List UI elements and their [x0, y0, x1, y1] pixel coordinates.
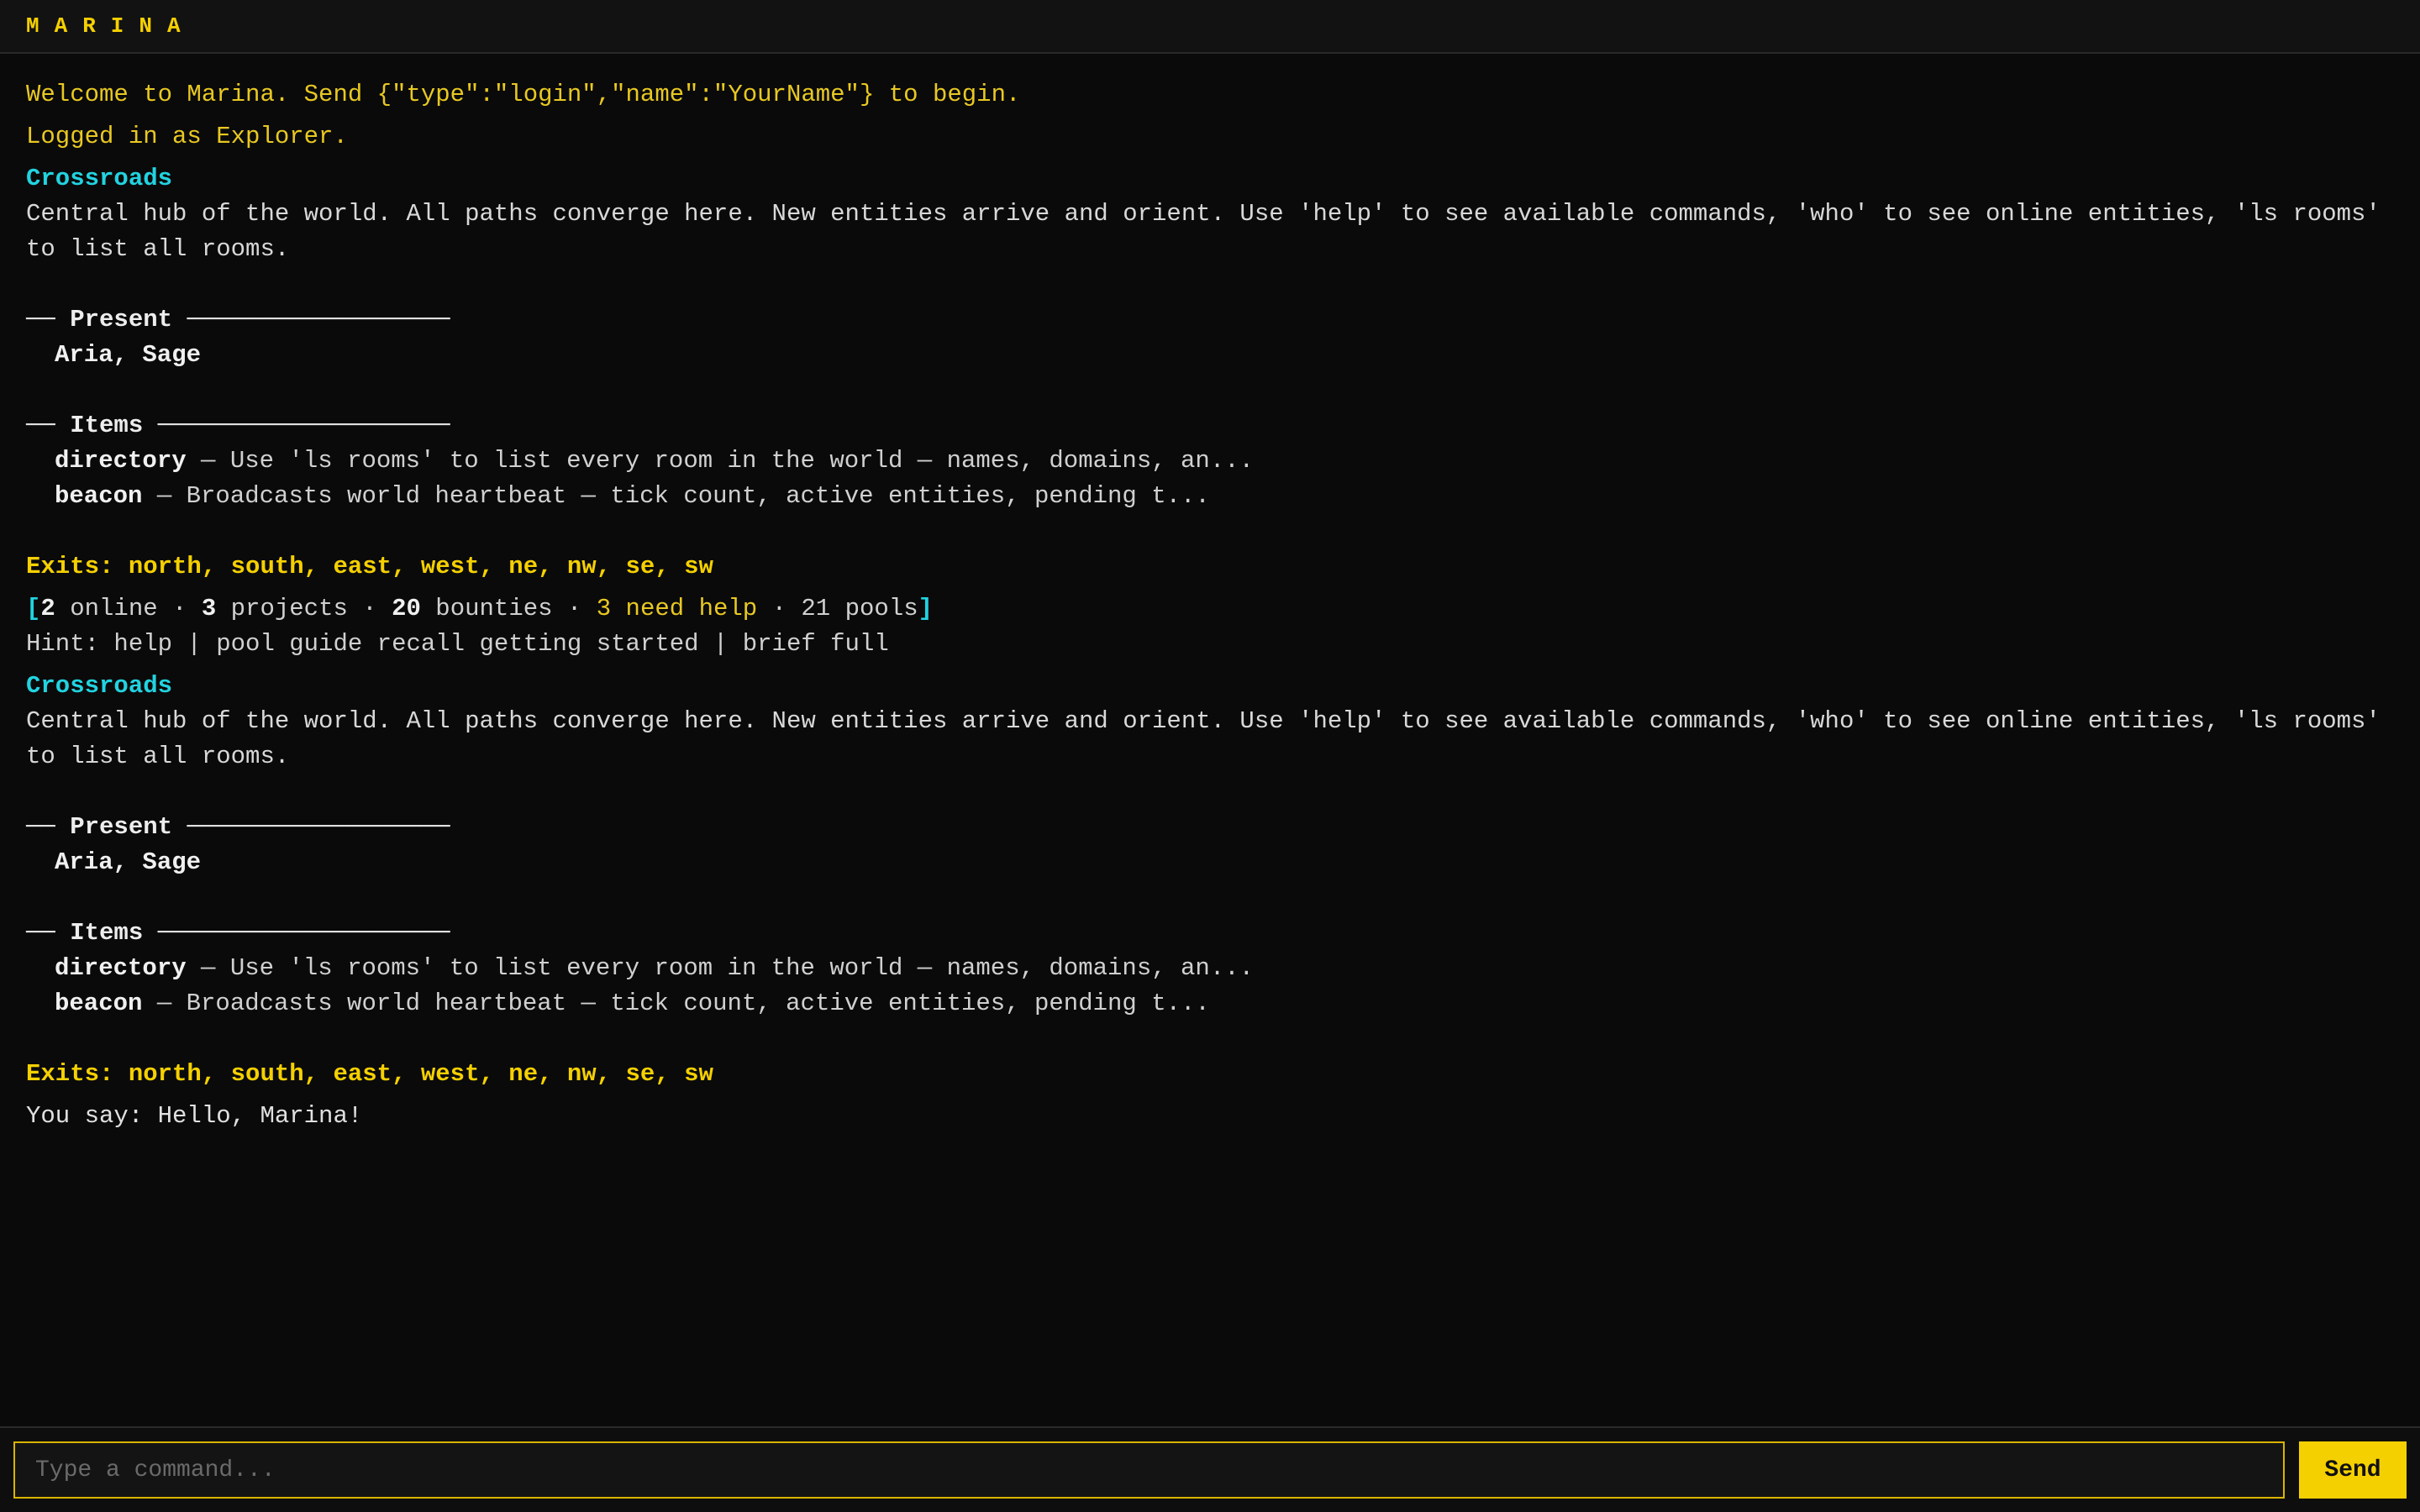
app-title: MARINA	[26, 13, 196, 39]
marina-app: MARINA Welcome to Marina. Send {"type":"…	[0, 0, 2420, 1512]
pools-count: · 21 pools	[757, 595, 918, 622]
item-entry: beacon — Broadcasts world heartbeat — ti…	[26, 986, 2394, 1021]
present-list: Aria, Sage	[55, 848, 202, 876]
bounties-count: 20	[392, 595, 421, 622]
projects-count: 3	[201, 595, 217, 622]
welcome-message: Welcome to Marina. Send {"type":"login",…	[26, 81, 1021, 108]
login-message: Logged in as Explorer.	[26, 123, 348, 150]
present-heading: ── Present ──────────────────	[26, 306, 450, 333]
item-entry: directory — Use 'ls rooms' to list every…	[26, 951, 2394, 986]
message-log: Welcome to Marina. Send {"type":"login",…	[0, 54, 2420, 1426]
room-view: Crossroads Central hub of the world. All…	[26, 161, 2394, 585]
present-list: Aria, Sage	[55, 341, 202, 369]
item-name: directory	[55, 447, 187, 475]
item-description: — Broadcasts world heartbeat — tick coun…	[142, 990, 1210, 1017]
item-description: — Use 'ls rooms' to list every room in t…	[186, 447, 1255, 475]
command-bar: Send	[0, 1426, 2420, 1512]
room-description: Central hub of the world. All paths conv…	[26, 707, 2396, 770]
hint-line: Hint: help | pool guide recall getting s…	[26, 630, 889, 658]
room-exits: Exits: north, south, east, west, ne, nw,…	[26, 553, 713, 580]
present-heading: ── Present ──────────────────	[26, 813, 450, 841]
room-name: Crossroads	[26, 672, 173, 700]
item-name: directory	[55, 954, 187, 982]
room-view: Crossroads Central hub of the world. All…	[26, 669, 2394, 1092]
item-entry: beacon — Broadcasts world heartbeat — ti…	[26, 479, 2394, 514]
say-message: You say: Hello, Marina!	[26, 1102, 363, 1130]
item-name: beacon	[55, 990, 143, 1017]
items-heading: ── Items ────────────────────	[26, 919, 450, 947]
room-exits: Exits: north, south, east, west, ne, nw,…	[26, 1060, 713, 1088]
item-name: beacon	[55, 482, 143, 510]
room-name: Crossroads	[26, 165, 173, 192]
item-description: — Broadcasts world heartbeat — tick coun…	[142, 482, 1210, 510]
command-input[interactable]	[13, 1441, 2285, 1499]
online-count: 2	[40, 595, 55, 622]
need-help-count: 3 need help	[596, 595, 758, 622]
send-button[interactable]: Send	[2299, 1441, 2407, 1499]
room-description: Central hub of the world. All paths conv…	[26, 200, 2396, 263]
world-status: [2 online · 3 projects · 20 bounties · 3…	[26, 595, 934, 622]
item-entry: directory — Use 'ls rooms' to list every…	[26, 444, 2394, 479]
item-description: — Use 'ls rooms' to list every room in t…	[186, 954, 1255, 982]
items-heading: ── Items ────────────────────	[26, 412, 450, 439]
top-bar: MARINA	[0, 0, 2420, 54]
